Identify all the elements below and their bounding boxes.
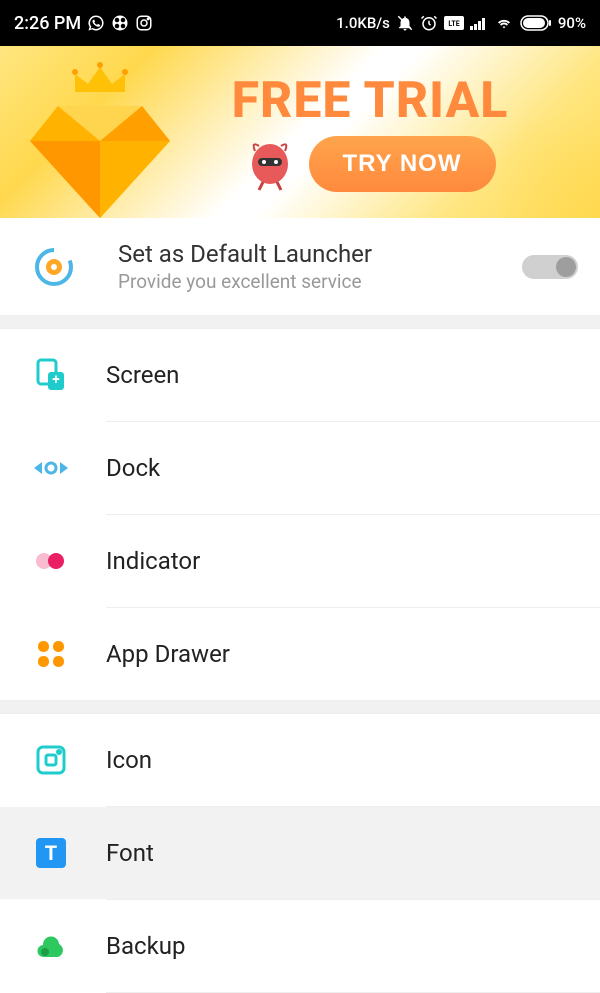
menu-item-backup[interactable]: Backup [0, 900, 600, 992]
whatsapp-icon [87, 14, 105, 32]
menu-group-2: Icon T Font Backup [0, 714, 600, 993]
app-indicator-icon [111, 14, 129, 32]
indicator-icon [34, 544, 68, 578]
dock-icon [34, 451, 68, 485]
menu-item-indicator[interactable]: Indicator [0, 515, 600, 607]
menu-item-icon[interactable]: Icon [0, 714, 600, 806]
promo-banner: FREE TRIAL TRY NOW [0, 46, 600, 218]
screen-icon: + [34, 358, 68, 392]
status-time: 2:26 PM [14, 13, 81, 34]
menu-group-1: + Screen Dock Indicator App Drawer [0, 329, 600, 700]
menu-label: Font [106, 839, 154, 867]
default-launcher-row[interactable]: Set as Default Launcher Provide you exce… [0, 218, 600, 315]
menu-item-font[interactable]: T Font [0, 807, 600, 899]
menu-label: Screen [106, 361, 179, 389]
backup-icon [34, 929, 68, 963]
diamond-icon [30, 92, 170, 218]
mascot-icon [245, 136, 295, 192]
battery-icon [520, 15, 552, 31]
svg-text:LTE: LTE [448, 20, 459, 28]
banner-title: FREE TRIAL [232, 72, 509, 130]
network-speed: 1.0KB/s [336, 14, 390, 32]
try-now-button[interactable]: TRY NOW [309, 136, 496, 192]
menu-item-app-drawer[interactable]: App Drawer [0, 608, 600, 700]
battery-percent: 90% [558, 14, 586, 32]
instagram-icon [135, 14, 153, 32]
svg-text:T: T [45, 841, 57, 865]
menu-item-screen[interactable]: + Screen [0, 329, 600, 421]
status-bar: 2:26 PM 1.0KB/s LTE 90% [0, 0, 600, 46]
menu-label: Icon [106, 746, 152, 774]
crown-icon [70, 62, 130, 98]
volte-icon: LTE [444, 16, 464, 30]
font-icon: T [34, 836, 68, 870]
default-launcher-subtitle: Provide you excellent service [118, 270, 522, 293]
alarm-icon [420, 14, 438, 32]
menu-label: App Drawer [106, 640, 230, 668]
menu-item-dock[interactable]: Dock [0, 422, 600, 514]
signal-icon [470, 16, 488, 30]
default-launcher-title: Set as Default Launcher [118, 240, 522, 268]
menu-label: Indicator [106, 547, 200, 575]
svg-text:+: + [52, 372, 60, 388]
default-launcher-toggle[interactable] [522, 255, 578, 279]
app-drawer-icon [34, 637, 68, 671]
icon-style-icon [34, 743, 68, 777]
menu-label: Backup [106, 932, 185, 960]
wifi-icon [494, 15, 514, 31]
gear-icon [34, 247, 74, 287]
menu-label: Dock [106, 454, 160, 482]
dnd-icon [396, 14, 414, 32]
